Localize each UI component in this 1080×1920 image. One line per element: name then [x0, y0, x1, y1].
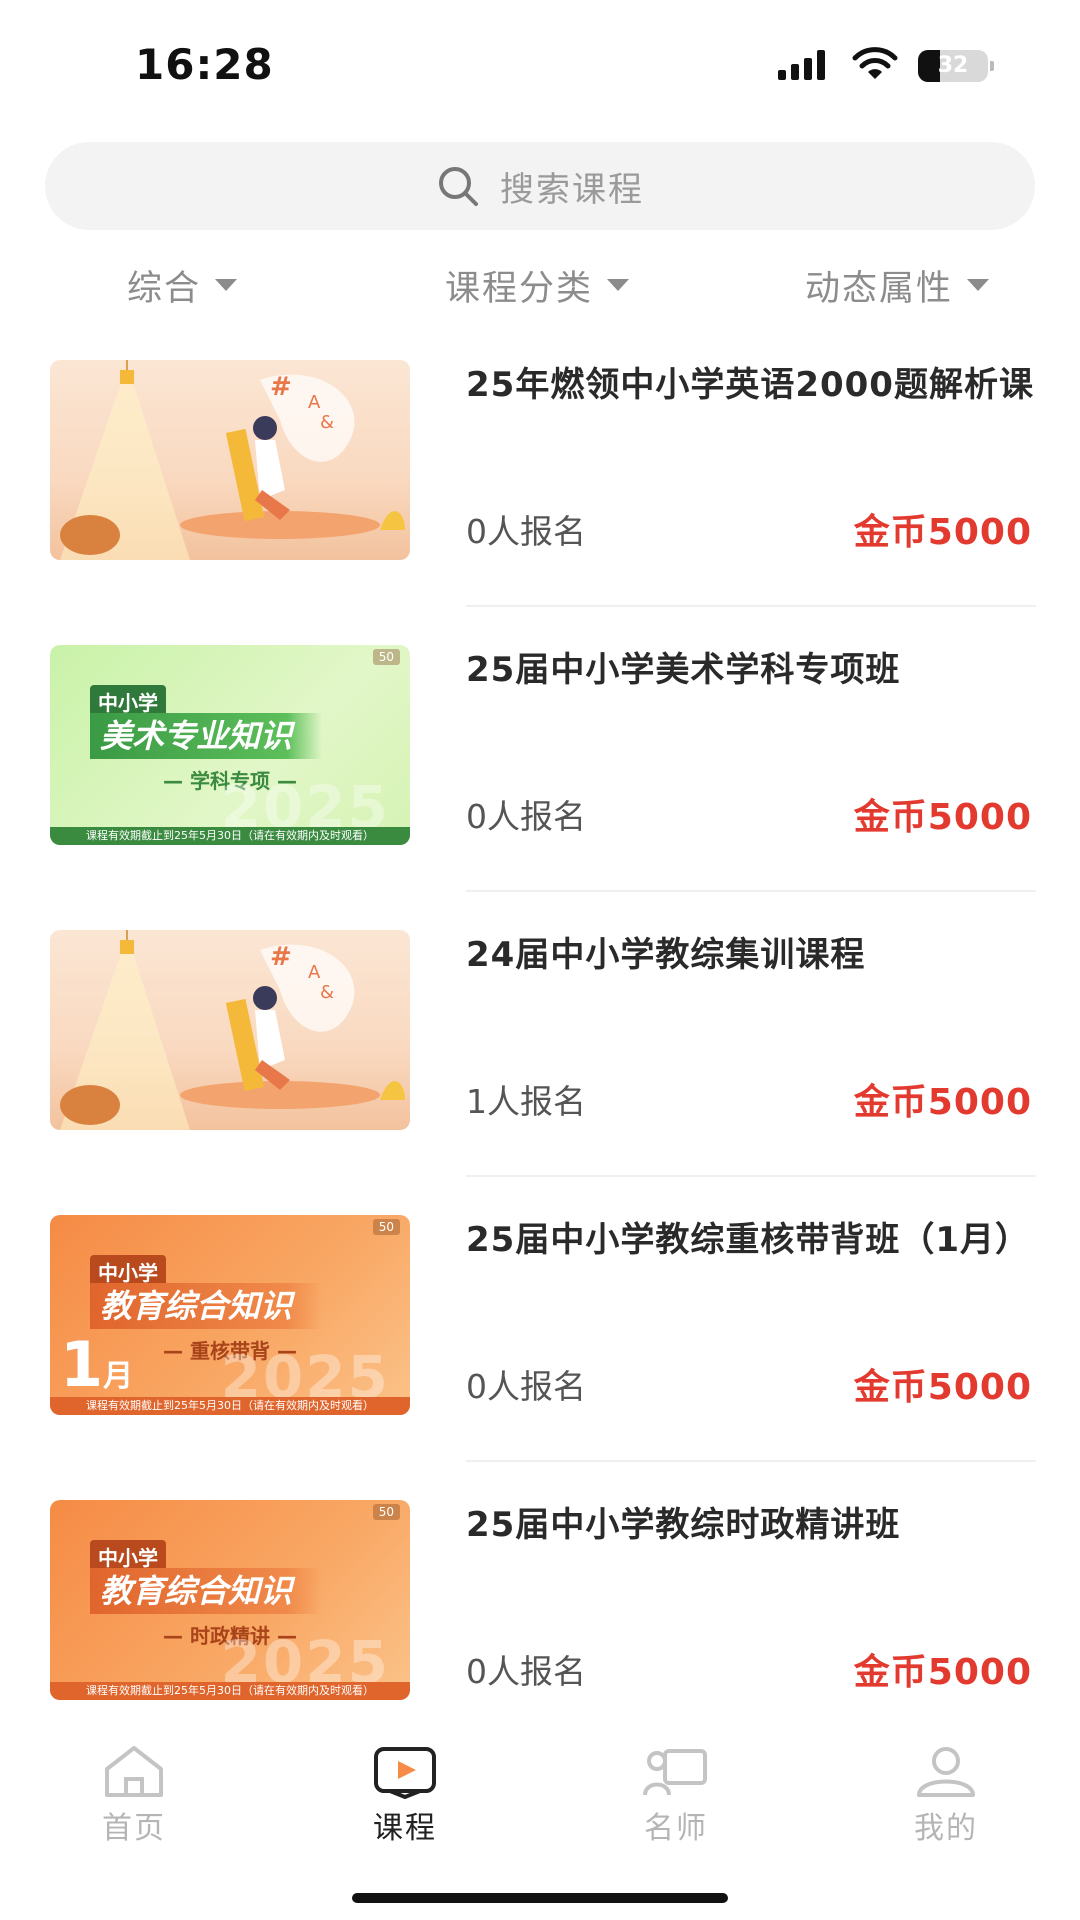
bottom-tab-bar: 首页 课程 名师 我的 [0, 1735, 1080, 1855]
divider [466, 605, 1036, 607]
svg-text:A: A [308, 962, 321, 983]
teacher-icon [643, 1749, 707, 1796]
svg-text:A: A [308, 392, 321, 413]
course-title: 25届中小学美术学科专项班 [466, 650, 901, 690]
course-item[interactable]: 50 中小学 美术专业知识 — 学科专项 — 2025 课程有效期截止到25年5… [0, 640, 1080, 925]
divider [466, 890, 1036, 892]
divider [466, 1175, 1036, 1177]
filter-sort[interactable]: 综合 [127, 255, 238, 315]
thumb-footnote: 课程有效期截止到25年5月30日（请在有效期内及时观看） [50, 827, 410, 845]
course-play-icon [374, 1747, 436, 1799]
course-title: 25年燃领中小学英语2000题解析课 [466, 365, 1034, 405]
wifi-icon [852, 47, 898, 79]
course-thumbnail: 50 中小学 教育综合知识 — 时政精讲 — 2025 课程有效期截止到25年5… [50, 1500, 410, 1700]
tab-teachers[interactable]: 名师 [606, 1735, 746, 1855]
course-enroll-count: 0人报名 [466, 1652, 586, 1691]
course-title: 25届中小学教综时政精讲班 [466, 1505, 901, 1545]
course-enroll-count: 1人报名 [466, 1082, 586, 1121]
status-bar: 16:28 32 [0, 0, 1080, 120]
tab-profile[interactable]: 我的 [876, 1735, 1016, 1855]
tab-courses[interactable]: 课程 [335, 1735, 475, 1855]
tab-teachers-label: 名师 [644, 1811, 708, 1846]
course-thumbnail: 50 中小学 美术专业知识 — 学科专项 — 2025 课程有效期截止到25年5… [50, 645, 410, 845]
search-bar[interactable]: 搜索课程 [45, 142, 1035, 230]
filter-sort-label: 综合 [127, 268, 202, 309]
svg-text:#: # [270, 372, 292, 402]
thumb-footnote: 课程有效期截止到25年5月30日（请在有效期内及时观看） [50, 1397, 410, 1415]
brand-logo: 50 [372, 1219, 400, 1235]
lamp-illustration: # A & [60, 930, 405, 1130]
tab-courses-label: 课程 [373, 1811, 437, 1846]
thumb-title: 美术专业知识 [90, 713, 323, 759]
filter-bar: 综合 课程分类 动态属性 [0, 255, 1080, 315]
course-thumbnail: # A & [50, 360, 410, 560]
tab-home-label: 首页 [102, 1811, 166, 1846]
home-icon [105, 1746, 163, 1797]
course-price: 金币5000 [853, 1082, 1032, 1123]
course-item[interactable]: # A & 25年燃领中小学英语2000题解析课 0人报名 金币5000 [0, 355, 1080, 640]
course-title: 25届中小学教综重核带背班（1月） [466, 1220, 1030, 1260]
thumb-title: 教育综合知识 [90, 1283, 323, 1329]
filter-category-label: 课程分类 [445, 268, 594, 309]
home-indicator [352, 1893, 728, 1903]
thumb-month: 1月 [60, 1328, 134, 1401]
course-price: 金币5000 [853, 512, 1032, 553]
search-placeholder: 搜索课程 [500, 169, 644, 210]
divider [466, 1460, 1036, 1462]
filter-category[interactable]: 课程分类 [445, 255, 630, 315]
thumb-title: 教育综合知识 [90, 1568, 323, 1614]
svg-text:#: # [270, 942, 292, 972]
svg-text:&: & [320, 982, 334, 1003]
course-enroll-count: 0人报名 [466, 512, 586, 551]
tab-profile-label: 我的 [914, 1811, 978, 1846]
profile-icon [917, 1747, 975, 1797]
course-enroll-count: 0人报名 [466, 797, 586, 836]
lamp-illustration: # A & [60, 360, 405, 560]
filter-attributes[interactable]: 动态属性 [805, 255, 990, 315]
course-title: 24届中小学教综集训课程 [466, 935, 866, 975]
caret-down-icon [967, 279, 990, 291]
course-enroll-count: 0人报名 [466, 1367, 586, 1406]
brand-logo: 50 [372, 649, 400, 665]
course-item[interactable]: # A & 24届中小学教综集训课程 1人报名 金币5000 [0, 925, 1080, 1210]
svg-text:&: & [320, 412, 334, 433]
tab-home[interactable]: 首页 [64, 1735, 204, 1855]
battery-level: 32 [937, 53, 969, 78]
search-icon [439, 167, 478, 206]
status-time: 16:28 [135, 40, 274, 89]
brand-logo: 50 [372, 1504, 400, 1520]
thumb-footnote: 课程有效期截止到25年5月30日（请在有效期内及时观看） [50, 1682, 410, 1700]
caret-down-icon [607, 279, 630, 291]
filter-attributes-label: 动态属性 [805, 268, 954, 309]
caret-down-icon [215, 279, 238, 291]
cellular-signal-icon [778, 50, 830, 80]
course-item[interactable]: 50 中小学 教育综合知识 — 重核带背 — 2025 1月 课程有效期截止到2… [0, 1210, 1080, 1495]
course-thumbnail: 50 中小学 教育综合知识 — 重核带背 — 2025 1月 课程有效期截止到2… [50, 1215, 410, 1415]
course-thumbnail: # A & [50, 930, 410, 1130]
course-price: 金币5000 [853, 797, 1032, 838]
battery-icon: 32 [918, 50, 994, 82]
course-price: 金币5000 [853, 1652, 1032, 1693]
course-price: 金币5000 [853, 1367, 1032, 1408]
